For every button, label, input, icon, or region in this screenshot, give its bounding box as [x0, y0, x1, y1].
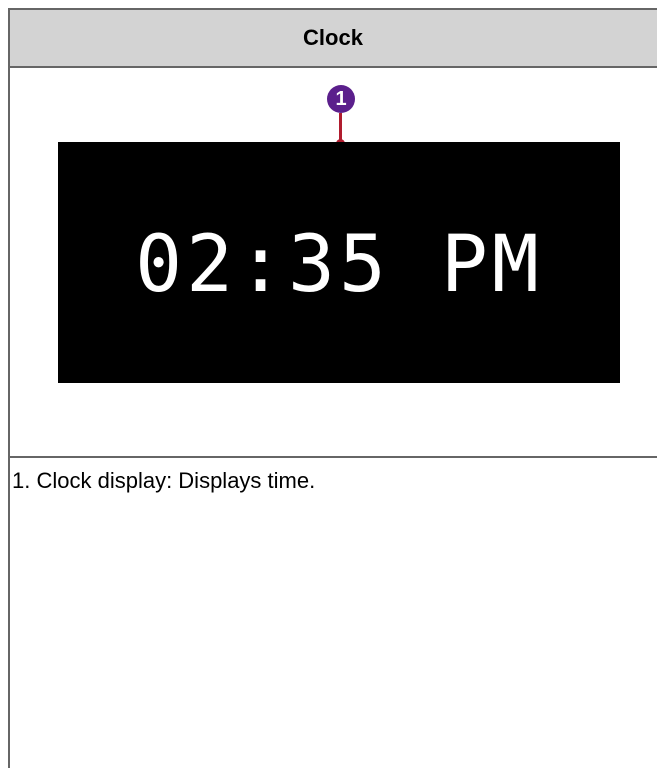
- clock-figure: 1 02:35 PM: [10, 68, 657, 458]
- clock-display-time: 02:35 PM: [135, 219, 543, 310]
- panel-header: Clock: [10, 10, 657, 68]
- description-section: 1. Clock display: Displays time.: [10, 458, 657, 494]
- callout-leader-line: [339, 113, 342, 141]
- callout-number-badge: 1: [327, 85, 355, 113]
- clock-help-panel: Clock 1 02:35 PM 1. Clock display: Displ…: [8, 8, 657, 768]
- clock-display-screen: 02:35 PM: [58, 142, 620, 383]
- callout-marker-1: 1: [327, 85, 355, 149]
- page-title: Clock: [303, 25, 363, 50]
- description-item-1: 1. Clock display: Displays time.: [12, 468, 316, 493]
